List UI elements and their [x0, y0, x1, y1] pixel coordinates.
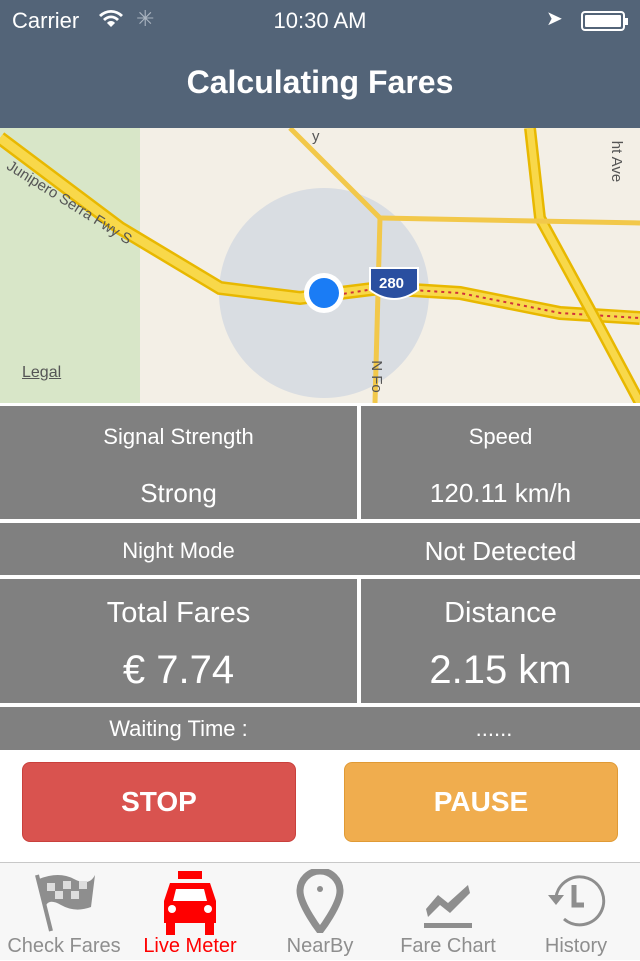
total-fares-cell: Total Fares € 7.74: [0, 579, 357, 703]
legal-link[interactable]: Legal: [22, 364, 61, 382]
total-fares-label: Total Fares: [106, 597, 251, 629]
speed-value: 120.11 km/h: [429, 478, 572, 508]
stop-button[interactable]: STOP: [22, 762, 296, 842]
history-icon: [548, 875, 606, 927]
map-label-street: N Fo: [367, 360, 385, 393]
tab-label: NearBy: [286, 935, 354, 957]
pause-button[interactable]: PAUSE: [344, 762, 618, 842]
battery-icon: [581, 11, 628, 31]
tab-label: Live Meter: [143, 935, 237, 957]
tab-label: Check Fares: [7, 935, 121, 957]
map-pin-icon: [296, 869, 344, 933]
signal-strength-cell: Signal Strength Strong: [0, 406, 357, 519]
total-fares-value: € 7.74: [122, 648, 235, 692]
waiting-time-label: Waiting Time :: [109, 716, 248, 741]
waiting-time-row: Waiting Time : ......: [0, 707, 640, 750]
waiting-time-value: ......: [475, 716, 513, 741]
distance-label: Distance: [444, 597, 557, 629]
speed-cell: Speed 120.11 km/h: [361, 406, 640, 519]
map-roads: [0, 128, 640, 403]
night-mode-row: Night Mode Not Detected: [0, 523, 640, 575]
distance-cell: Distance 2.15 km: [361, 579, 640, 703]
tab-history[interactable]: History: [512, 863, 640, 961]
chart-icon: [424, 885, 472, 928]
checkered-flag-icon: [35, 874, 95, 932]
tab-label: History: [544, 935, 608, 957]
signal-strength-label: Signal Strength: [103, 424, 254, 449]
location-arrow-icon: ➤: [546, 8, 563, 30]
map-view[interactable]: Junipero Serra Fwy S 280 N Fo ht Ave y L…: [0, 128, 640, 403]
night-mode-value: Not Detected: [424, 536, 577, 566]
tab-check-fares[interactable]: Check Fares: [0, 863, 128, 961]
map-label-avenue: ht Ave: [608, 140, 626, 183]
signal-strength-value: Strong: [140, 478, 217, 508]
page-title: Calculating Fares: [186, 64, 454, 100]
tab-bar: Check Fares Live Meter NearBy Fare Chart…: [0, 862, 640, 960]
status-bar: Carrier ✳ 10:30 AM ➤: [0, 0, 640, 40]
tab-nearby[interactable]: NearBy: [256, 863, 384, 961]
header: Carrier ✳ 10:30 AM ➤ Calculating Fares: [0, 0, 640, 128]
tab-fare-chart[interactable]: Fare Chart: [384, 863, 512, 961]
taxi-icon: [164, 871, 216, 935]
clock: 10:30 AM: [273, 8, 367, 33]
map-label-interstate: 280: [379, 275, 405, 292]
map-label-top: y: [312, 128, 320, 145]
speed-label: Speed: [468, 424, 533, 449]
distance-value: 2.15 km: [429, 648, 572, 692]
tab-live-meter[interactable]: Live Meter: [126, 863, 254, 961]
night-mode-label: Night Mode: [122, 538, 235, 563]
tab-label: Fare Chart: [400, 935, 496, 957]
